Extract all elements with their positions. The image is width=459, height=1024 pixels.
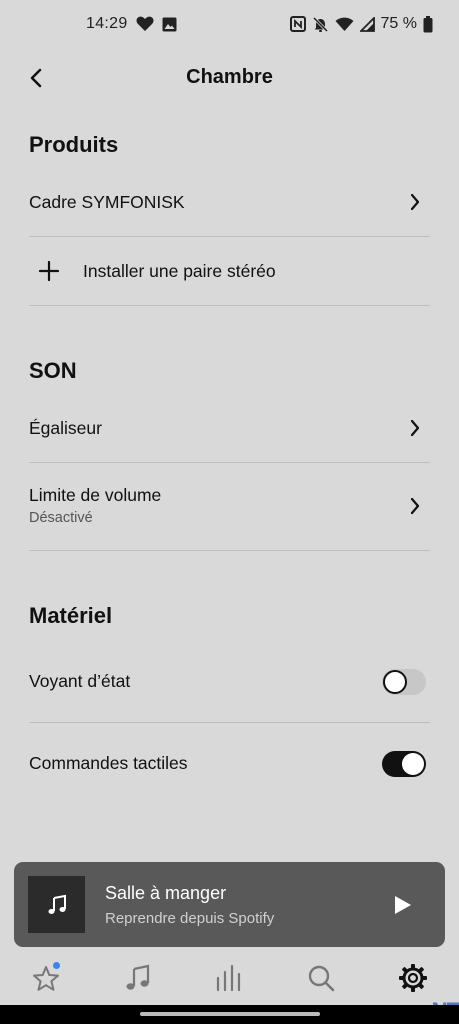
status-bar: 14:29 75 % <box>0 0 459 50</box>
settings-screen: 14:29 75 % Chambre Produits Cadre SYMFON… <box>0 0 459 1024</box>
nav-rooms[interactable] <box>211 960 247 996</box>
toggle-knob <box>402 753 424 775</box>
product-row[interactable]: Cadre SYMFONISK <box>29 192 430 216</box>
divider <box>29 236 430 237</box>
signal-icon <box>359 16 375 32</box>
volume-limit-row[interactable]: Limite de volume Désactivé <box>29 485 430 531</box>
divider <box>29 305 430 306</box>
section-title-products: Produits <box>29 132 119 157</box>
album-art <box>28 876 85 933</box>
add-stereo-pair-row[interactable]: Installer une paire stéréo <box>29 259 430 285</box>
touch-controls-toggle[interactable] <box>382 751 426 777</box>
header: Chambre <box>0 56 459 100</box>
music-note-icon <box>48 894 66 914</box>
page-title: Chambre <box>186 66 273 88</box>
chevron-right-icon <box>410 497 420 520</box>
play-icon <box>395 896 411 914</box>
plus-icon <box>38 260 60 287</box>
nfc-icon <box>289 16 306 32</box>
equalizer-label: Égaliseur <box>29 418 102 438</box>
nav-favorites[interactable] <box>28 960 64 996</box>
nav-search[interactable] <box>303 960 339 996</box>
status-light-toggle[interactable] <box>382 669 426 695</box>
bell-off-icon <box>312 16 329 33</box>
section-title-hardware: Matériel <box>29 603 113 628</box>
section-title-sound: SON <box>29 358 77 383</box>
status-light-row: Voyant d’état <box>29 671 430 697</box>
mini-player[interactable]: Salle à manger Reprendre depuis Spotify <box>14 862 445 947</box>
divider <box>29 550 430 551</box>
touch-controls-label: Commandes tactiles <box>29 753 188 773</box>
battery-percent: 75 % <box>380 15 417 32</box>
nav-settings[interactable] <box>395 960 431 996</box>
divider <box>29 462 430 463</box>
chevron-right-icon <box>410 193 420 216</box>
volume-limit-label: Limite de volume <box>29 485 162 505</box>
equalizer-row[interactable]: Égaliseur <box>29 418 430 442</box>
divider <box>29 722 430 723</box>
battery-icon <box>423 15 433 33</box>
add-stereo-pair-label: Installer une paire stéréo <box>83 261 276 281</box>
status-light-label: Voyant d’état <box>29 671 131 691</box>
volume-limit-value: Désactivé <box>29 510 93 526</box>
image-icon <box>162 17 177 32</box>
wifi-icon <box>335 17 354 32</box>
play-button[interactable] <box>391 892 415 918</box>
bars-icon <box>216 964 241 992</box>
music-note-icon <box>126 964 150 990</box>
gear-icon <box>399 964 427 992</box>
player-title: Salle à manger <box>105 883 227 903</box>
search-icon <box>308 965 335 992</box>
product-label: Cadre SYMFONISK <box>29 192 185 212</box>
bottom-nav <box>0 950 459 1002</box>
toggle-knob <box>383 670 407 694</box>
touch-controls-row: Commandes tactiles <box>29 753 430 779</box>
system-home-bar <box>0 1005 459 1024</box>
heart-icon <box>136 16 154 32</box>
notification-dot <box>53 962 60 969</box>
nav-music[interactable] <box>120 960 156 996</box>
player-subtitle: Reprendre depuis Spotify <box>105 910 275 927</box>
home-indicator[interactable] <box>140 1012 320 1016</box>
chevron-right-icon <box>410 419 420 442</box>
status-time: 14:29 <box>86 15 128 32</box>
